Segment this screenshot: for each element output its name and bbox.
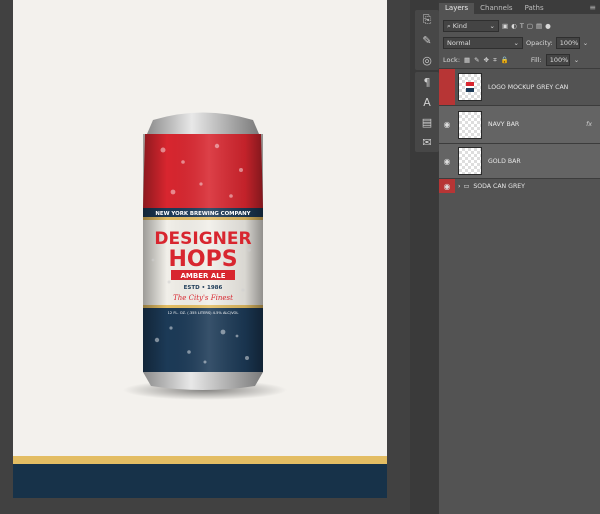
chevron-down-icon[interactable]: ⌄ <box>583 39 588 47</box>
filter-adjustment-icon[interactable]: ◐ <box>511 22 517 30</box>
history-icon[interactable]: ⎘ <box>415 10 439 30</box>
layers-panel: Layers Channels Paths ≡ ⌕ Kind ⌄ ▣ ◐ T ▢… <box>439 0 600 514</box>
layer-row-logo-mockup[interactable]: LOGO MOCKUP GREY CAN <box>439 68 600 105</box>
filter-kind-select[interactable]: ⌕ Kind ⌄ <box>443 20 499 32</box>
lock-position-icon[interactable]: ✥ <box>484 56 489 64</box>
chevron-right-icon[interactable]: › <box>458 183 460 190</box>
opacity-input[interactable]: 100% <box>555 37 580 49</box>
folder-icon: ▭ <box>463 182 470 190</box>
layer-row-soda-can-group[interactable]: ◉ › ▭ SODA CAN GREY <box>439 178 600 193</box>
blend-mode-select[interactable]: Normal ⌄ <box>443 37 523 49</box>
chevron-down-icon: ⌄ <box>489 22 495 30</box>
soda-can-mockup: NEW YORK BREWING COMPANY DESIGNER HOPS A… <box>113 100 293 406</box>
layer-thumbnail <box>458 73 482 101</box>
opacity-value: 100% <box>559 39 579 47</box>
layer-row-gold-bar[interactable]: ◉ GOLD BAR <box>439 143 600 178</box>
layer-row-navy-bar[interactable]: ◉ NAVY BAR fx <box>439 105 600 143</box>
brush-settings-icon[interactable]: ✎ <box>415 30 439 50</box>
lock-label: Lock: <box>443 56 461 64</box>
navy-bar <box>13 464 387 498</box>
layer-thumbnail <box>458 147 482 175</box>
character-icon[interactable]: A <box>415 92 439 112</box>
fill-value: 100% <box>549 56 569 64</box>
filter-type-icon[interactable]: T <box>520 22 524 30</box>
adjustments-icon[interactable]: ◎ <box>415 50 439 70</box>
fill-input[interactable]: 100% <box>545 54 570 66</box>
filter-smart-object-icon[interactable]: ▤ <box>536 22 542 30</box>
artboard[interactable]: NEW YORK BREWING COMPANY DESIGNER HOPS A… <box>13 0 387 498</box>
can-volume-text: 12 FL. OZ. (.355 LITERS) 4.5% ALC/VOL <box>168 311 239 315</box>
layer-name[interactable]: SODA CAN GREY <box>473 183 525 190</box>
filter-kind-value: Kind <box>452 22 468 30</box>
blend-mode-value: Normal <box>447 39 471 47</box>
eye-icon[interactable]: ◉ <box>439 179 455 193</box>
filter-toggle-icon[interactable]: ● <box>545 22 551 30</box>
chevron-down-icon: ⌄ <box>513 39 519 47</box>
layer-name[interactable]: NAVY BAR <box>488 121 519 128</box>
gold-bar <box>13 456 387 464</box>
document-canvas[interactable]: NEW YORK BREWING COMPANY DESIGNER HOPS A… <box>0 0 410 514</box>
can-title-top: DESIGNER <box>154 229 251 249</box>
fx-icon[interactable]: fx <box>586 121 592 128</box>
can-title-bottom: HOPS <box>168 247 237 272</box>
notes-icon[interactable]: ✉ <box>415 132 439 152</box>
can-tagline-text: The City's Finest <box>173 294 233 302</box>
beer-can-image: NEW YORK BREWING COMPANY DESIGNER HOPS A… <box>123 112 287 400</box>
chevron-down-icon[interactable]: ⌄ <box>574 56 579 64</box>
eye-icon[interactable]: ◉ <box>439 106 455 143</box>
panel-tabs: Layers Channels Paths <box>439 0 600 14</box>
lock-artboard-icon[interactable]: ⌗ <box>493 56 497 65</box>
tab-channels[interactable]: Channels <box>474 3 518 14</box>
layer-thumbnail <box>458 110 482 139</box>
panel-menu-icon[interactable]: ≡ <box>589 3 596 12</box>
paragraph-icon[interactable]: ¶ <box>415 72 439 92</box>
lock-all-icon[interactable]: 🔒 <box>501 56 509 64</box>
tool-group-bottom: ¶ A ▤ ✉ <box>415 72 439 152</box>
eye-icon[interactable]: ◉ <box>439 144 455 178</box>
lock-pixels-icon[interactable]: ✎ <box>474 56 479 64</box>
filter-shape-icon[interactable]: ▢ <box>527 22 533 30</box>
layer-name[interactable]: GOLD BAR <box>488 158 521 165</box>
opacity-label: Opacity: <box>526 39 553 47</box>
fill-label: Fill: <box>530 56 542 64</box>
tool-group-top: ⎘ ✎ ◎ <box>415 10 439 70</box>
lock-transparency-icon[interactable]: ▦ <box>464 56 470 64</box>
layer-name[interactable]: LOGO MOCKUP GREY CAN <box>488 84 568 91</box>
filter-pixel-icon[interactable]: ▣ <box>502 22 508 30</box>
can-brewery-text: NEW YORK BREWING COMPANY <box>155 211 250 217</box>
tab-layers[interactable]: Layers <box>439 3 475 14</box>
logo-thumbnail-icon <box>466 82 474 92</box>
properties-icon[interactable]: ▤ <box>415 112 439 132</box>
can-established-text: ESTD • 1986 <box>184 285 223 291</box>
layer-visibility-toggle[interactable] <box>439 69 455 105</box>
tab-paths[interactable]: Paths <box>519 3 550 14</box>
can-style-text: AMBER ALE <box>181 272 226 280</box>
